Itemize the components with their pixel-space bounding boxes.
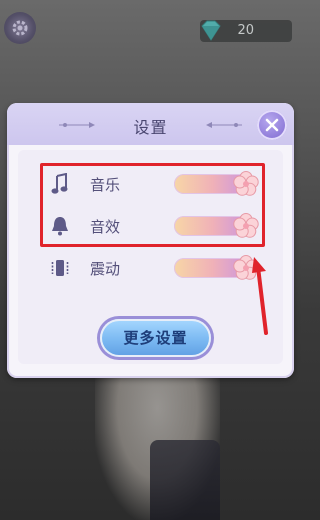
settings-gear-button[interactable] — [4, 12, 36, 44]
dialog-title: 设置 — [133, 118, 168, 137]
more-settings-label: 更多设置 — [123, 329, 188, 347]
highlight-box — [40, 163, 265, 247]
currency-display: 20 — [200, 20, 292, 42]
background-skirt — [150, 440, 220, 520]
close-button[interactable] — [257, 110, 287, 140]
currency-value: 20 — [237, 23, 254, 38]
gem-icon — [196, 16, 226, 46]
gear-icon — [12, 20, 28, 36]
close-icon — [265, 118, 279, 132]
ornament-right-icon — [206, 122, 242, 128]
vibration-icon — [48, 256, 72, 280]
settings-dialog: 设置 音乐 音效 震动 更多设置 — [7, 103, 294, 378]
annotation-arrow-icon — [252, 257, 268, 335]
more-settings-button[interactable]: 更多设置 — [100, 319, 211, 357]
vibrate-label: 震动 — [90, 260, 121, 278]
dialog-header: 设置 — [7, 103, 294, 145]
vibrate-slider[interactable] — [174, 255, 259, 280]
